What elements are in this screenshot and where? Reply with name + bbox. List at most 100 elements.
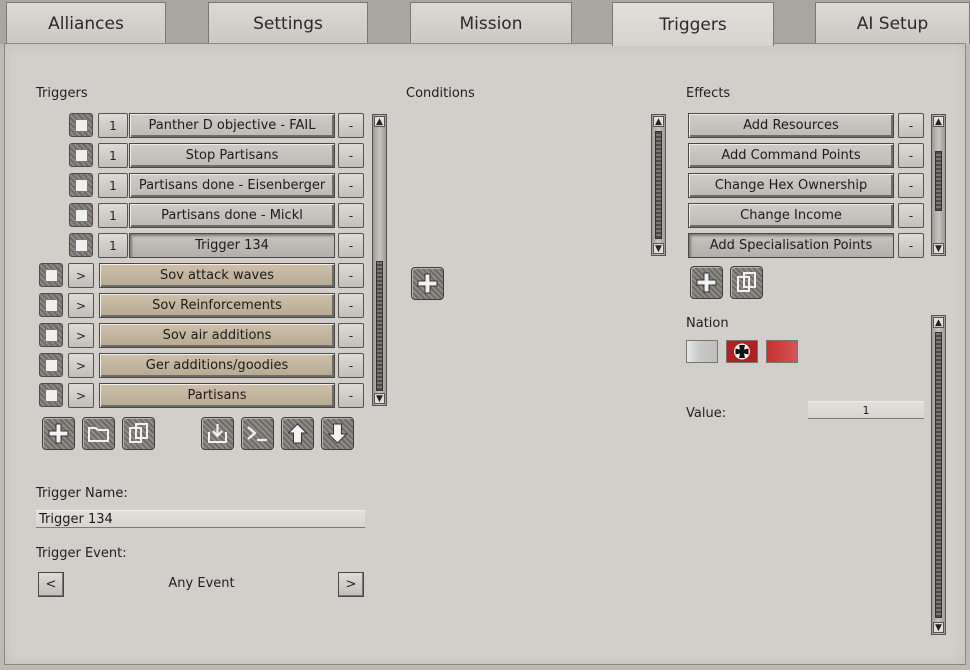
remove-group-button[interactable]: - — [338, 323, 364, 348]
effect-item-selected[interactable]: Add Specialisation Points — [688, 233, 894, 258]
expand-group-button[interactable]: > — [68, 263, 94, 288]
move-down-icon — [327, 423, 348, 444]
conditions-scrollbar[interactable]: ▲ ▼ — [651, 114, 666, 256]
scroll-down-icon[interactable]: ▼ — [653, 243, 664, 254]
add-effect-button[interactable] — [690, 266, 723, 299]
remove-effect-button[interactable]: - — [898, 143, 924, 168]
scroll-up-icon[interactable]: ▲ — [933, 116, 944, 127]
trigger-list-scrollbar[interactable]: ▲ ▼ — [372, 114, 387, 406]
nation-germany-flag[interactable] — [726, 340, 758, 363]
triggers-heading: Triggers — [36, 86, 88, 101]
add-condition-button[interactable] — [411, 267, 444, 300]
effect-item[interactable]: Add Command Points — [688, 143, 894, 168]
trigger-item[interactable]: Stop Partisans — [129, 143, 335, 168]
remove-trigger-button[interactable]: - — [338, 143, 364, 168]
scroll-up-icon[interactable]: ▲ — [653, 116, 664, 127]
remove-group-button[interactable]: - — [338, 263, 364, 288]
trigger-group-item[interactable]: Sov Reinforcements — [99, 293, 335, 318]
event-next-button[interactable]: > — [338, 572, 364, 597]
event-prev-button[interactable]: < — [38, 572, 64, 597]
trigger-item[interactable]: Panther D objective - FAIL — [129, 113, 335, 138]
trigger-count-button[interactable]: 1 — [98, 143, 128, 168]
add-group-button[interactable] — [82, 417, 115, 450]
tab-ai-setup[interactable]: AI Setup — [815, 2, 970, 44]
effect-item[interactable]: Add Resources — [688, 113, 894, 138]
scroll-thumb[interactable] — [935, 151, 942, 211]
scroll-down-icon[interactable]: ▼ — [933, 622, 944, 633]
remove-group-button[interactable]: - — [338, 293, 364, 318]
trigger-name-input[interactable]: Trigger 134 — [36, 510, 365, 528]
group-checkbox[interactable] — [39, 383, 63, 407]
group-checkbox[interactable] — [39, 353, 63, 377]
trigger-group-item[interactable]: Ger additions/goodies — [99, 353, 335, 378]
move-down-button[interactable] — [321, 417, 354, 450]
tab-label: Settings — [253, 13, 323, 34]
remove-trigger-button[interactable]: - — [338, 203, 364, 228]
remove-trigger-button[interactable]: - — [338, 233, 364, 258]
trigger-group-item[interactable]: Partisans — [99, 383, 335, 408]
group-checkbox[interactable] — [39, 263, 63, 287]
iron-cross-icon — [734, 343, 750, 360]
remove-effect-button[interactable]: - — [898, 113, 924, 138]
group-checkbox[interactable] — [39, 323, 63, 347]
expand-group-button[interactable]: > — [68, 323, 94, 348]
tab-settings[interactable]: Settings — [208, 2, 368, 44]
remove-trigger-button[interactable]: - — [338, 173, 364, 198]
trigger-group-item[interactable]: Sov attack waves — [99, 263, 335, 288]
trigger-checkbox[interactable] — [69, 113, 93, 137]
add-trigger-button[interactable] — [42, 417, 75, 450]
value-input[interactable]: 1 — [808, 401, 924, 419]
scroll-up-icon[interactable]: ▲ — [374, 116, 385, 127]
trigger-checkbox[interactable] — [69, 143, 93, 167]
tab-mission[interactable]: Mission — [410, 2, 572, 44]
add-icon — [696, 272, 717, 293]
scroll-thumb[interactable] — [376, 261, 383, 391]
move-up-button[interactable] — [281, 417, 314, 450]
tab-label: AI Setup — [856, 13, 929, 34]
trigger-item[interactable]: Partisans done - Eisenberger — [129, 173, 335, 198]
tab-alliances[interactable]: Alliances — [6, 2, 166, 44]
trigger-item-selected[interactable]: Trigger 134 — [129, 233, 335, 258]
trigger-group-item[interactable]: Sov air additions — [99, 323, 335, 348]
scroll-thumb[interactable] — [935, 332, 942, 618]
tab-triggers[interactable]: Triggers — [612, 2, 774, 46]
remove-effect-button[interactable]: - — [898, 203, 924, 228]
scroll-thumb[interactable] — [655, 131, 662, 239]
trigger-name-label: Trigger Name: — [36, 486, 128, 501]
nation-none-flag[interactable] — [686, 340, 718, 363]
copy-trigger-button[interactable] — [122, 417, 155, 450]
trigger-count-button[interactable]: 1 — [98, 203, 128, 228]
trigger-checkbox[interactable] — [69, 233, 93, 257]
remove-effect-button[interactable]: - — [898, 233, 924, 258]
trigger-event-label: Trigger Event: — [36, 546, 127, 561]
group-checkbox[interactable] — [39, 293, 63, 317]
trigger-item[interactable]: Partisans done - Mickl — [129, 203, 335, 228]
effects-scrollbar[interactable]: ▲ ▼ — [931, 114, 946, 256]
effect-item[interactable]: Change Income — [688, 203, 894, 228]
console-button[interactable] — [241, 417, 274, 450]
scroll-down-icon[interactable]: ▼ — [933, 243, 944, 254]
scroll-down-icon[interactable]: ▼ — [374, 393, 385, 404]
remove-trigger-button[interactable]: - — [338, 113, 364, 138]
import-icon — [208, 424, 227, 443]
trigger-count-button[interactable]: 1 — [98, 173, 128, 198]
value-label: Value: — [686, 406, 727, 421]
effect-params-scrollbar[interactable]: ▲ ▼ — [931, 315, 946, 635]
folder-icon — [88, 427, 109, 442]
expand-group-button[interactable]: > — [68, 293, 94, 318]
scroll-up-icon[interactable]: ▲ — [933, 317, 944, 328]
nation-soviet-flag[interactable] — [766, 340, 798, 363]
remove-group-button[interactable]: - — [338, 353, 364, 378]
trigger-count-button[interactable]: 1 — [98, 233, 128, 258]
expand-group-button[interactable]: > — [68, 353, 94, 378]
expand-group-button[interactable]: > — [68, 383, 94, 408]
remove-group-button[interactable]: - — [338, 383, 364, 408]
effect-item[interactable]: Change Hex Ownership — [688, 173, 894, 198]
copy-icon — [737, 272, 756, 292]
trigger-checkbox[interactable] — [69, 203, 93, 227]
import-trigger-button[interactable] — [201, 417, 234, 450]
remove-effect-button[interactable]: - — [898, 173, 924, 198]
trigger-count-button[interactable]: 1 — [98, 113, 128, 138]
trigger-checkbox[interactable] — [69, 173, 93, 197]
copy-effect-button[interactable] — [730, 266, 763, 299]
